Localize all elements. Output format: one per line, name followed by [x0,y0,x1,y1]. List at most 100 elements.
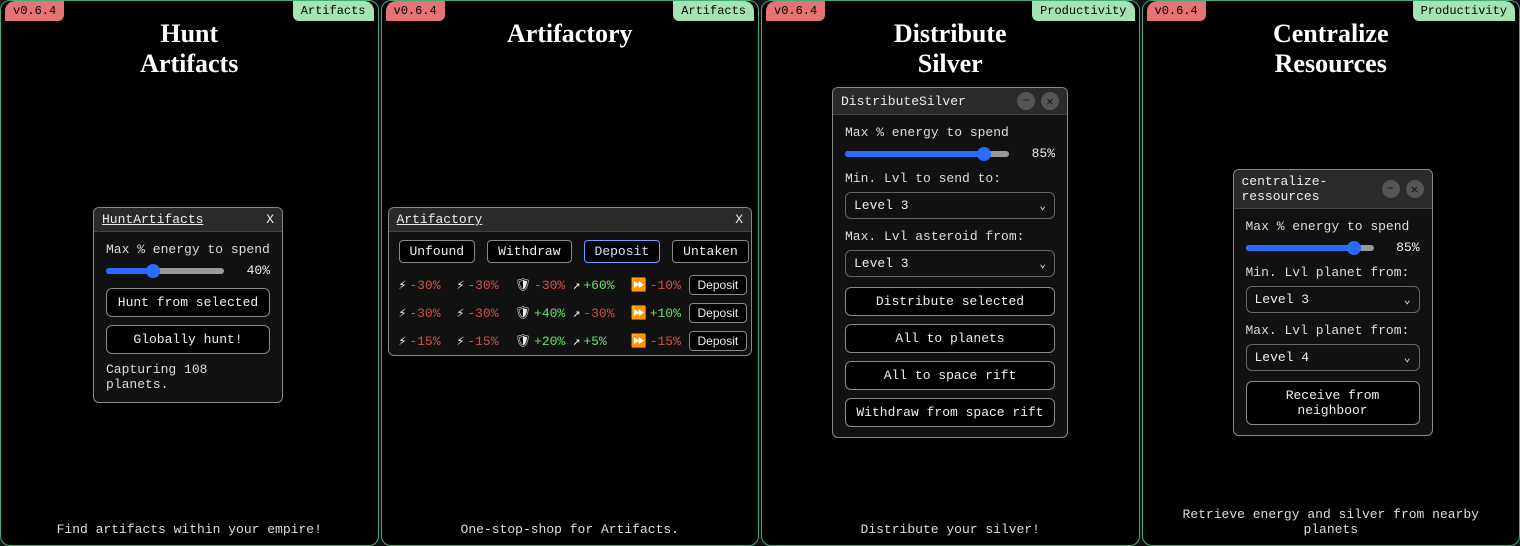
stat-bolt: ⚡-30% [399,278,447,293]
artifact-row: ⚡-15%⚡-15%🛡+20%↗+5%⏩-15%Deposit [389,327,752,355]
min-level-select[interactable]: Level 3 ⌄ [1246,286,1420,313]
stat-value: +5% [583,334,606,349]
all-to-planets-button[interactable]: All to planets [845,324,1055,353]
version-badge: v0.6.4 [5,1,64,21]
bolt-icon: ⚡ [399,334,407,349]
hunt-selected-button[interactable]: Hunt from selected [106,288,270,317]
card-distribute-silver: v0.6.4 Productivity Distribute Silver Di… [761,0,1140,546]
stat-value: -30% [467,306,498,321]
category-badge: Artifacts [673,1,754,21]
stat-shield: 🛡+40% [515,306,563,321]
stat-value: +10% [650,306,681,321]
hunt-global-button[interactable]: Globally hunt! [106,325,270,354]
close-icon[interactable]: ✕ [1041,92,1059,110]
deposit-row-button[interactable]: Deposit [689,275,748,295]
energy-slider[interactable] [106,268,224,274]
status-text: Capturing 108 planets. [106,362,270,392]
select-value: Level 3 [1255,292,1310,307]
stat-ff: ⏩-15% [631,334,679,349]
chevron-down-icon: ⌄ [1039,257,1046,271]
energy-slider[interactable] [1246,245,1374,251]
stat-value: +20% [534,334,565,349]
stat-value: -15% [467,334,498,349]
card-artifactory: v0.6.4 Artifacts Artifactory Artifactory… [381,0,760,546]
receive-neighbor-button[interactable]: Receive from neighboor [1246,381,1420,425]
panel-header[interactable]: DistributeSilver − ✕ [833,88,1067,115]
distribute-selected-button[interactable]: Distribute selected [845,287,1055,316]
ff-icon: ⏩ [631,334,647,349]
tab-withdraw[interactable]: Withdraw [487,240,571,263]
tab-deposit[interactable]: Deposit [584,240,661,263]
withdraw-from-rift-button[interactable]: Withdraw from space rift [845,398,1055,427]
stat-bolt: ⚡-15% [399,334,447,349]
all-to-rift-button[interactable]: All to space rift [845,361,1055,390]
panel-header[interactable]: centralize-ressources − ✕ [1234,170,1432,209]
max-level-select[interactable]: Level 4 ⌄ [1246,344,1420,371]
stat-shield: 🛡+20% [515,334,563,349]
tab-row: Unfound Withdraw Deposit Untaken [389,232,752,271]
stat-bolt: ⚡-30% [399,306,447,321]
arrow-icon: ↗ [573,306,581,321]
stat-value: -15% [409,334,440,349]
stat-dblbolt: ⚡-30% [457,278,505,293]
close-icon[interactable]: X [735,212,743,227]
min-level-label: Min. Lvl planet from: [1246,265,1420,280]
stat-value: -15% [650,334,681,349]
stat-value: +60% [583,278,614,293]
stat-value: -30% [409,306,440,321]
card-hunt-artifacts: v0.6.4 Artifacts Hunt Artifacts HuntArti… [0,0,379,546]
minimize-icon[interactable]: − [1382,180,1400,198]
select-value: Level 3 [854,198,909,213]
category-badge: Artifacts [293,1,374,21]
artifactory-panel: Artifactory X Unfound Withdraw Deposit Unta… [388,207,753,356]
card-footer: Retrieve energy and silver from nearby p… [1143,507,1520,537]
hunt-panel: HuntArtifacts X Max % energy to spend 40… [93,207,283,403]
shield-icon: 🛡 [515,278,532,293]
min-level-select[interactable]: Level 3 ⌄ [845,192,1055,219]
close-icon[interactable]: ✕ [1406,180,1424,198]
stat-value: -30% [467,278,498,293]
deposit-row-button[interactable]: Deposit [689,303,748,323]
slider-label: Max % energy to spend [845,125,1055,140]
shield-icon: 🛡 [515,334,532,349]
stat-ff: ⏩-10% [631,278,679,293]
card-title: Centralize Resources [1273,19,1389,79]
panel-title: HuntArtifacts [102,212,203,227]
stat-arrow: ↗+5% [573,334,621,349]
artifact-row: ⚡-30%⚡-30%🛡+40%↗-30%⏩+10%Deposit [389,299,752,327]
stat-dblbolt: ⚡-30% [457,306,505,321]
shield-icon: 🛡 [515,306,532,321]
max-level-label: Max. Lvl asteroid from: [845,229,1055,244]
dblbolt-icon: ⚡ [457,278,465,293]
stat-shield: 🛡-30% [515,278,563,293]
minimize-icon[interactable]: − [1017,92,1035,110]
chevron-down-icon: ⌄ [1039,199,1046,213]
distribute-panel: DistributeSilver − ✕ Max % energy to spe… [832,87,1068,438]
card-title: Artifactory [507,19,633,49]
slider-value: 85% [1019,146,1055,161]
bolt-icon: ⚡ [399,306,407,321]
stat-arrow: ↗-30% [573,306,621,321]
arrow-icon: ↗ [573,334,581,349]
chevron-down-icon: ⌄ [1404,293,1411,307]
stat-value: -10% [650,278,681,293]
tab-untaken[interactable]: Untaken [672,240,749,263]
max-level-select[interactable]: Level 3 ⌄ [845,250,1055,277]
stat-value: -30% [409,278,440,293]
panel-header[interactable]: HuntArtifacts X [94,208,282,232]
card-footer: Distribute your silver! [762,522,1139,537]
select-value: Level 4 [1255,350,1310,365]
deposit-row-button[interactable]: Deposit [689,331,748,351]
stat-ff: ⏩+10% [631,306,679,321]
panel-title: Artifactory [397,212,483,227]
panel-header[interactable]: Artifactory X [389,208,752,232]
slider-label: Max % energy to spend [1246,219,1420,234]
panel-title: centralize-ressources [1242,174,1382,204]
version-badge: v0.6.4 [766,1,825,21]
close-icon[interactable]: X [266,212,274,227]
stat-value: -30% [534,278,565,293]
card-footer: One-stop-shop for Artifacts. [382,522,759,537]
energy-slider[interactable] [845,151,1009,157]
tab-unfound[interactable]: Unfound [399,240,476,263]
slider-value: 40% [234,263,270,278]
